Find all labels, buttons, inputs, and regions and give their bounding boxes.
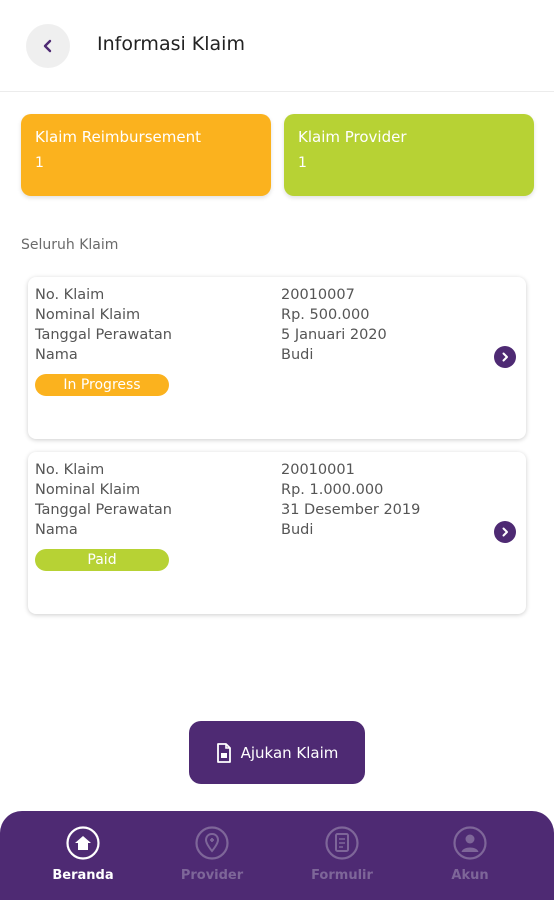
field-value: 20010007 bbox=[281, 287, 355, 303]
field-value: 20010001 bbox=[281, 462, 355, 478]
summary-card-label: Klaim Reimbursement bbox=[35, 128, 201, 146]
claim-card[interactable]: No. Klaim 20010007 Nominal Klaim Rp. 500… bbox=[28, 277, 526, 439]
field-label: Nominal Klaim bbox=[35, 482, 141, 498]
field-value: 31 Desember 2019 bbox=[281, 502, 421, 518]
field-value: Budi bbox=[281, 522, 314, 538]
submit-claim-label: Ajukan Klaim bbox=[240, 743, 339, 762]
back-button[interactable] bbox=[26, 24, 70, 68]
status-badge: Paid bbox=[35, 549, 169, 571]
claim-detail-button[interactable] bbox=[494, 346, 516, 368]
field-label: Nama bbox=[35, 522, 78, 538]
chevron-left-icon bbox=[43, 39, 52, 53]
submit-claim-button[interactable]: Ajukan Klaim bbox=[189, 721, 365, 784]
claim-detail-button[interactable] bbox=[494, 521, 516, 543]
field-label: No. Klaim bbox=[35, 462, 105, 478]
provider-claim-card[interactable]: Klaim Provider 1 bbox=[284, 114, 534, 196]
nav-label: Formulir bbox=[311, 868, 373, 883]
summary-card-count: 1 bbox=[35, 155, 44, 171]
field-value: Budi bbox=[281, 347, 314, 363]
status-badge: In Progress bbox=[35, 374, 169, 396]
claim-card[interactable]: No. Klaim 20010001 Nominal Klaim Rp. 1.0… bbox=[28, 452, 526, 614]
location-pin-icon bbox=[195, 826, 229, 860]
field-value: Rp. 500.000 bbox=[281, 307, 370, 323]
field-value: 5 Januari 2020 bbox=[281, 327, 387, 343]
nav-item-account[interactable]: Akun bbox=[425, 826, 515, 883]
summary-card-label: Klaim Provider bbox=[298, 128, 407, 146]
field-label: No. Klaim bbox=[35, 287, 105, 303]
home-icon bbox=[66, 826, 100, 860]
nav-item-form[interactable]: Formulir bbox=[297, 826, 387, 883]
field-label: Tanggal Perawatan bbox=[35, 327, 172, 343]
chevron-right-icon bbox=[502, 352, 508, 362]
section-title: Seluruh Klaim bbox=[21, 237, 119, 253]
field-label: Tanggal Perawatan bbox=[35, 502, 172, 518]
bottom-navigation: Beranda Provider Formulir Akun bbox=[0, 811, 554, 900]
nav-label: Provider bbox=[180, 868, 244, 883]
field-value: Rp. 1.000.000 bbox=[281, 482, 384, 498]
app-header: Informasi Klaim bbox=[0, 0, 554, 92]
nav-label: Akun bbox=[451, 868, 489, 883]
nav-item-provider[interactable]: Provider bbox=[167, 826, 257, 883]
document-icon bbox=[216, 742, 231, 763]
page-title: Informasi Klaim bbox=[97, 33, 245, 55]
nav-item-home[interactable]: Beranda bbox=[38, 826, 128, 883]
form-icon bbox=[325, 826, 359, 860]
nav-label: Beranda bbox=[52, 868, 114, 883]
field-label: Nama bbox=[35, 347, 78, 363]
reimbursement-claim-card[interactable]: Klaim Reimbursement 1 bbox=[21, 114, 271, 196]
field-label: Nominal Klaim bbox=[35, 307, 141, 323]
chevron-right-icon bbox=[502, 527, 508, 537]
summary-card-count: 1 bbox=[298, 155, 307, 171]
user-icon bbox=[453, 826, 487, 860]
